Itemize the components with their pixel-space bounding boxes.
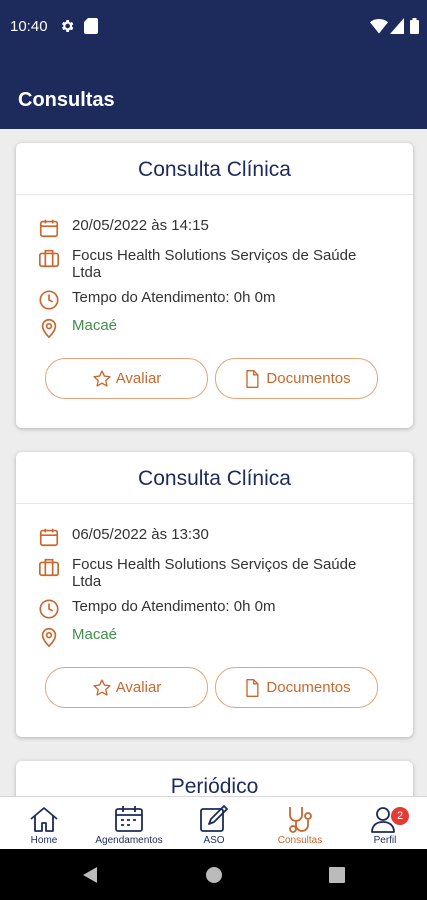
company-name: Focus Health Solutions Serviços de Saúde… [72, 556, 357, 590]
status-time: 10:40 [10, 18, 48, 35]
location-name: Macaé [72, 626, 118, 643]
nav-consultations[interactable]: Consultas [272, 797, 328, 850]
nav-appointments-label: Agendamentos [95, 835, 163, 846]
company-name: Focus Health Solutions Serviços de Saúde… [72, 247, 357, 281]
status-bar: 10:40 [0, 0, 427, 56]
documents-button-label: Documentos [266, 370, 351, 387]
date-row: 20/05/2022 às 14:15 [38, 217, 372, 239]
briefcase-icon [39, 558, 59, 577]
consultation-date: 20/05/2022 às 14:15 [72, 217, 209, 234]
location-pin-icon [41, 318, 57, 339]
nav-home-label: Home [30, 835, 58, 846]
wifi-icon [370, 19, 388, 34]
document-icon [246, 369, 259, 388]
system-navigation-bar [0, 849, 427, 900]
location-name: Macaé [72, 317, 118, 334]
app-bar: Consultas [0, 56, 427, 129]
duration-row: Tempo do Atendimento: 0h 0m [38, 598, 372, 620]
service-duration: Tempo do Atendimento: 0h 0m [72, 598, 276, 615]
date-row: 06/05/2022 às 13:30 [38, 526, 372, 548]
company-row: Focus Health Solutions Serviços de Saúde… [38, 556, 372, 590]
notification-badge: 2 [391, 807, 409, 825]
calendar-icon [115, 806, 143, 832]
edit-document-icon [200, 805, 228, 832]
card-title: Consulta Clínica [16, 143, 413, 195]
consultation-card[interactable]: Periódico [16, 761, 413, 796]
sd-card-icon [84, 18, 98, 34]
card-title: Periódico [16, 761, 413, 796]
consultation-date: 06/05/2022 às 13:30 [72, 526, 209, 543]
bottom-navigation: Home Agendamentos ASO Consultas 2 Perfil [0, 796, 427, 849]
consultation-card[interactable]: Consulta Clínica 06/05/2022 às 13:30 Foc… [16, 452, 413, 737]
star-icon [93, 678, 111, 696]
settings-icon [62, 20, 74, 32]
nav-aso-label: ASO [203, 835, 225, 846]
clock-icon [39, 290, 59, 310]
stethoscope-icon [289, 807, 312, 833]
documents-button[interactable]: Documentos [215, 358, 378, 399]
documents-button-label: Documentos [266, 679, 351, 696]
nav-aso[interactable]: ASO [192, 797, 236, 850]
home-icon [30, 807, 58, 832]
documents-button[interactable]: Documentos [215, 667, 378, 708]
nav-appointments[interactable]: Agendamentos [88, 797, 170, 850]
consultations-list[interactable]: Consulta Clínica 20/05/2022 às 14:15 Foc… [0, 129, 427, 796]
location-pin-icon [41, 627, 57, 648]
calendar-icon [39, 528, 59, 547]
card-title: Consulta Clínica [16, 452, 413, 504]
calendar-icon [39, 219, 59, 238]
nav-consultations-label: Consultas [277, 835, 323, 846]
duration-row: Tempo do Atendimento: 0h 0m [38, 289, 372, 311]
star-icon [93, 369, 111, 387]
nav-profile[interactable]: 2 Perfil [362, 797, 409, 850]
location-row: Macaé [38, 626, 372, 648]
consultation-card[interactable]: Consulta Clínica 20/05/2022 às 14:15 Foc… [16, 143, 413, 428]
rate-button-label: Avaliar [115, 679, 162, 696]
briefcase-icon [39, 249, 59, 268]
location-row: Macaé [38, 317, 372, 339]
rate-button-label: Avaliar [115, 370, 162, 387]
nav-profile-label: Perfil [373, 835, 397, 846]
service-duration: Tempo do Atendimento: 0h 0m [72, 289, 276, 306]
clock-icon [39, 599, 59, 619]
company-row: Focus Health Solutions Serviços de Saúde… [38, 247, 372, 281]
back-icon[interactable] [82, 866, 98, 884]
home-circle-icon[interactable] [205, 866, 223, 884]
battery-icon [410, 18, 419, 34]
document-icon [246, 678, 259, 697]
recents-icon[interactable] [329, 867, 345, 883]
rate-button[interactable]: Avaliar [45, 667, 208, 708]
page-title: Consultas [18, 89, 115, 111]
rate-button[interactable]: Avaliar [45, 358, 208, 399]
nav-home[interactable]: Home [18, 797, 70, 850]
signal-icon [390, 18, 404, 34]
